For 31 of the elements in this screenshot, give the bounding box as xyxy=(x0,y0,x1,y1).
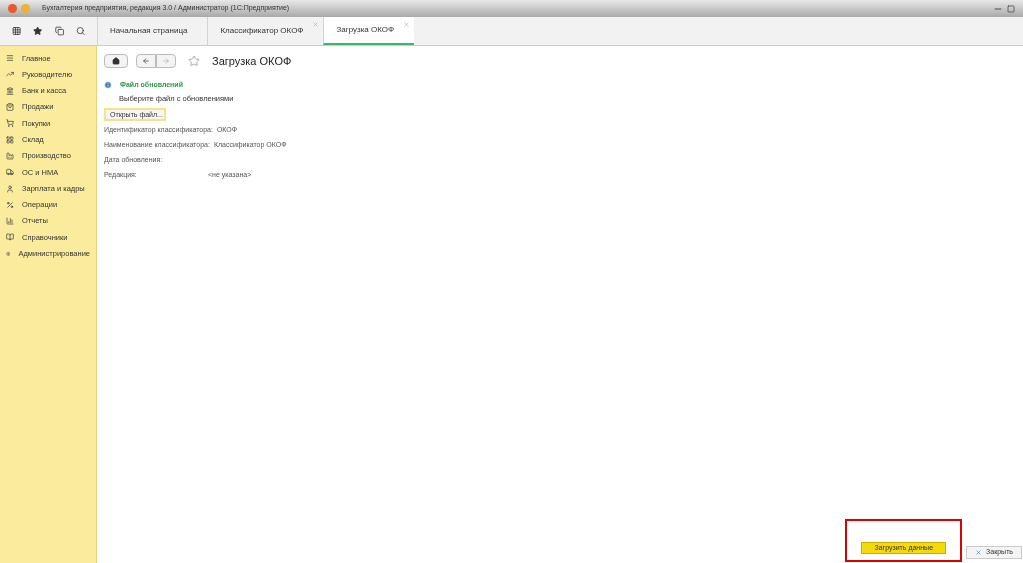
close-icon xyxy=(975,549,983,556)
star-icon[interactable] xyxy=(33,25,43,37)
history-icon[interactable] xyxy=(54,25,64,37)
book-icon xyxy=(6,233,14,242)
tab[interactable]: Начальная страница xyxy=(97,17,208,45)
bag-icon xyxy=(6,103,14,112)
home-icon xyxy=(112,57,120,66)
user-icon xyxy=(6,184,14,193)
home-button[interactable] xyxy=(104,54,128,69)
close-icon[interactable] xyxy=(312,21,320,28)
back-icon xyxy=(142,57,150,66)
truck-icon xyxy=(6,168,14,177)
grid-icon[interactable] xyxy=(12,25,22,37)
grid-icon xyxy=(6,135,14,144)
info-icon xyxy=(104,80,112,89)
trend-icon xyxy=(6,70,14,79)
percent-icon xyxy=(6,200,14,209)
forward-button[interactable] xyxy=(156,54,176,69)
back-button[interactable] xyxy=(136,54,156,69)
bank-icon xyxy=(6,86,14,95)
maximize-icon[interactable] xyxy=(1007,4,1015,13)
app-logo-icon xyxy=(8,4,17,13)
bar-chart-icon xyxy=(6,217,14,226)
cart-icon xyxy=(6,119,14,128)
close-icon[interactable] xyxy=(403,21,411,28)
search-icon[interactable] xyxy=(75,25,85,37)
favorite-icon[interactable] xyxy=(188,55,200,68)
tab[interactable]: Загрузка ОКОФ xyxy=(323,17,415,45)
forward-icon xyxy=(162,57,170,66)
form-title: Загрузка ОКОФ xyxy=(212,54,292,69)
factory-icon xyxy=(6,151,14,160)
